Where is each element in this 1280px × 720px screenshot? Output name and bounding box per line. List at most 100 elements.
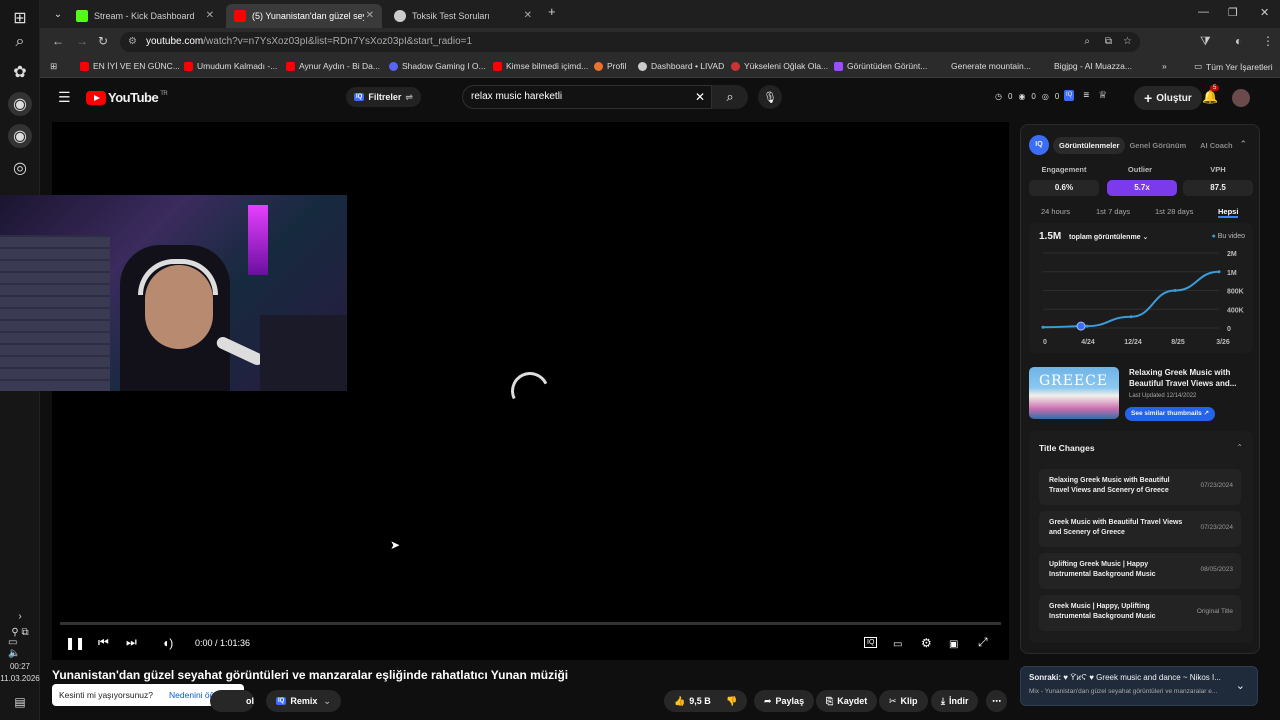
bookmark[interactable]: Yükseleni Oğlak Ola... (731, 61, 828, 71)
extensions-icon[interactable]: ⧩ (1200, 34, 1211, 49)
restore-icon[interactable]: ❐ (1228, 6, 1238, 19)
bookmark[interactable]: Profil (594, 61, 626, 71)
bookmark[interactable]: Aynur Aydın - Bi Da... (286, 61, 380, 71)
next-icon[interactable]: ⏭ (126, 635, 137, 650)
bookmark[interactable]: Bigjpg - AI Muazza... (1054, 61, 1132, 71)
new-tab-icon[interactable]: + (548, 4, 556, 19)
zoom-icon[interactable]: ⌕ (1084, 32, 1090, 52)
apps-icon[interactable]: ⊞ (50, 61, 57, 72)
filters-button[interactable]: IQ Filtreler ⇌ (346, 87, 421, 107)
bookmark[interactable]: Umudum Kalmadı -... (184, 61, 277, 71)
avatar[interactable] (1232, 89, 1250, 107)
profile-icon[interactable]: ◐ (1235, 34, 1242, 48)
close-icon[interactable]: ✕ (524, 10, 532, 21)
up-next-card[interactable]: Sonraki: ♥ ϔϰϚ ♥ Greek music and dance ~… (1020, 666, 1258, 706)
tab-list-icon[interactable]: ⌄ (46, 2, 70, 26)
upload-marker[interactable] (1076, 321, 1086, 331)
voice-search-button[interactable]: 🎙 (758, 85, 782, 109)
close-icon[interactable]: ✕ (366, 10, 374, 21)
extension-icons[interactable]: IQ ≡ ♕ (1064, 90, 1107, 101)
back-icon[interactable]: ← (52, 34, 64, 48)
youtube-logo[interactable]: YouTube TR (86, 90, 168, 105)
clear-icon[interactable]: ✕ (695, 86, 705, 108)
save-button[interactable]: ⎘ Kaydet (816, 690, 878, 712)
loading-spinner (505, 366, 555, 416)
similar-thumbnails-button[interactable]: See similar thumbnails ↗ (1125, 407, 1216, 421)
like-button[interactable]: 👍 9,5 B (664, 690, 721, 712)
hamburger-icon[interactable]: ☰ (58, 89, 71, 106)
tab-views[interactable]: Görüntülenmeler (1053, 136, 1126, 154)
search-icon[interactable]: ⌕ (8, 30, 32, 54)
remix-button[interactable]: IQ Remix ⌄ (266, 690, 341, 712)
dislike-button[interactable]: 👎 (716, 690, 748, 712)
windows-start-icon[interactable]: ⊞ (8, 6, 32, 30)
more-bookmarks-icon[interactable]: » (1162, 61, 1167, 71)
bookmark[interactable]: Görüntüden Görünt... (834, 61, 927, 71)
tab-kick[interactable]: Stream - Kick Dashboard ✕ (68, 4, 222, 28)
iq-player-icon[interactable]: IQ (864, 637, 878, 648)
previous-icon[interactable]: ⏮ (98, 635, 109, 650)
share-button[interactable]: ➦ Paylaş (754, 690, 815, 712)
subtitles-icon[interactable]: ▭ (893, 639, 902, 650)
chatgpt-icon[interactable]: ✿ (8, 60, 32, 84)
site-info-icon[interactable]: ⚙ (128, 32, 137, 52)
install-icon[interactable]: ⧉ (1105, 32, 1112, 52)
collapse-icon[interactable]: ⌃ (1239, 139, 1247, 150)
range-28d[interactable]: 1st 28 days (1155, 207, 1193, 216)
chevron-down-icon[interactable]: ⌄ (1236, 679, 1245, 692)
chrome-icon[interactable]: ◉ (8, 124, 32, 148)
more-actions-button[interactable]: ⋯ (986, 690, 1007, 712)
search-button[interactable]: ⌕ (712, 85, 748, 109)
all-bookmarks[interactable]: ▭ Tüm Yer İşaretleri (1194, 61, 1273, 72)
search-input[interactable]: relax music hareketli ✕ (462, 85, 712, 109)
chart-svg: 2M 1M 800K 400K 0 0 4/24 12/24 8/25 3/26 (1041, 251, 1244, 346)
range-7d[interactable]: 1st 7 days (1096, 207, 1130, 216)
clip-button[interactable]: ✂ Klip (879, 690, 928, 712)
url-input[interactable]: ⚙ youtube.com/watch?v=n7YsXoz03pI&list=R… (120, 32, 1140, 52)
iq-icon[interactable]: IQ (1064, 90, 1075, 101)
volume-icon[interactable]: ◖) (162, 636, 173, 650)
progress-bar[interactable] (60, 622, 1001, 625)
bookmark[interactable]: Shadow Gaming I O... (389, 61, 486, 71)
close-window-icon[interactable]: ✕ (1260, 6, 1269, 19)
minimize-icon[interactable]: — (1198, 6, 1209, 18)
collapse-icon[interactable]: ⌃ (1236, 443, 1243, 452)
fullscreen-icon[interactable]: ⤢ (978, 635, 988, 650)
tab-toksik[interactable]: Toksik Test Soruları ✕ (386, 4, 540, 28)
settings-icon[interactable]: ⚙ (921, 636, 932, 650)
theater-icon[interactable]: ▣ (949, 639, 958, 650)
star-icon[interactable]: ☆ (1123, 32, 1132, 52)
tab-overview[interactable]: Genel Görünüm (1125, 137, 1190, 154)
tab-ai-coach[interactable]: AI Coach (1190, 137, 1243, 154)
list-icon[interactable]: ≡ (1083, 90, 1089, 101)
bookmark[interactable]: Generate mountain... (951, 61, 1031, 71)
app-icon[interactable]: ◎ (8, 156, 32, 180)
menu-icon[interactable]: ⋮ (1262, 34, 1274, 48)
video-thumbnail[interactable]: GREECE (1029, 367, 1119, 419)
chrome-profile-icon[interactable]: ◉ (8, 92, 32, 116)
bell-icon[interactable]: 🔔 (1202, 89, 1218, 105)
clock-date[interactable]: 11.03.2026 (0, 674, 40, 683)
trophy-icon[interactable]: ♕ (1098, 90, 1107, 101)
subscribe-button[interactable]: ol (210, 690, 254, 712)
bookmark[interactable]: Kimse bilmedi içimd... (493, 61, 588, 71)
tab-youtube[interactable]: (5) Yunanistan'dan güzel seyaha ✕ (226, 4, 382, 28)
share-label: Paylaş (775, 696, 805, 706)
thumbs-up-icon: 👍 (674, 695, 686, 706)
counters[interactable]: ◷ 0 ◉ 0 ◎ 0 (995, 92, 1059, 101)
download-button[interactable]: ⤓ İndir (931, 690, 979, 712)
range-24h[interactable]: 24 hours (1041, 207, 1070, 216)
forward-icon[interactable]: → (76, 34, 88, 48)
more-icon: ⋯ (992, 695, 1001, 706)
create-button[interactable]: + Oluştur (1134, 86, 1202, 110)
bookmark[interactable]: EN İYİ VE EN GÜNC... (80, 61, 180, 71)
volume-icon[interactable]: ▭ 🔈 (8, 636, 32, 660)
title-change-item: Greek Music | Happy, Uplifting Instrumen… (1039, 595, 1241, 631)
range-all[interactable]: Hepsi (1218, 207, 1239, 218)
close-icon[interactable]: ✕ (206, 10, 214, 21)
pause-icon[interactable]: ❚❚ (65, 636, 85, 650)
bookmark[interactable]: Dashboard • LIVAD (638, 61, 724, 71)
clock-time[interactable]: 00:27 (0, 662, 40, 671)
reload-icon[interactable]: ↻ (98, 34, 108, 48)
notifications-icon[interactable]: ▤ (8, 690, 32, 714)
